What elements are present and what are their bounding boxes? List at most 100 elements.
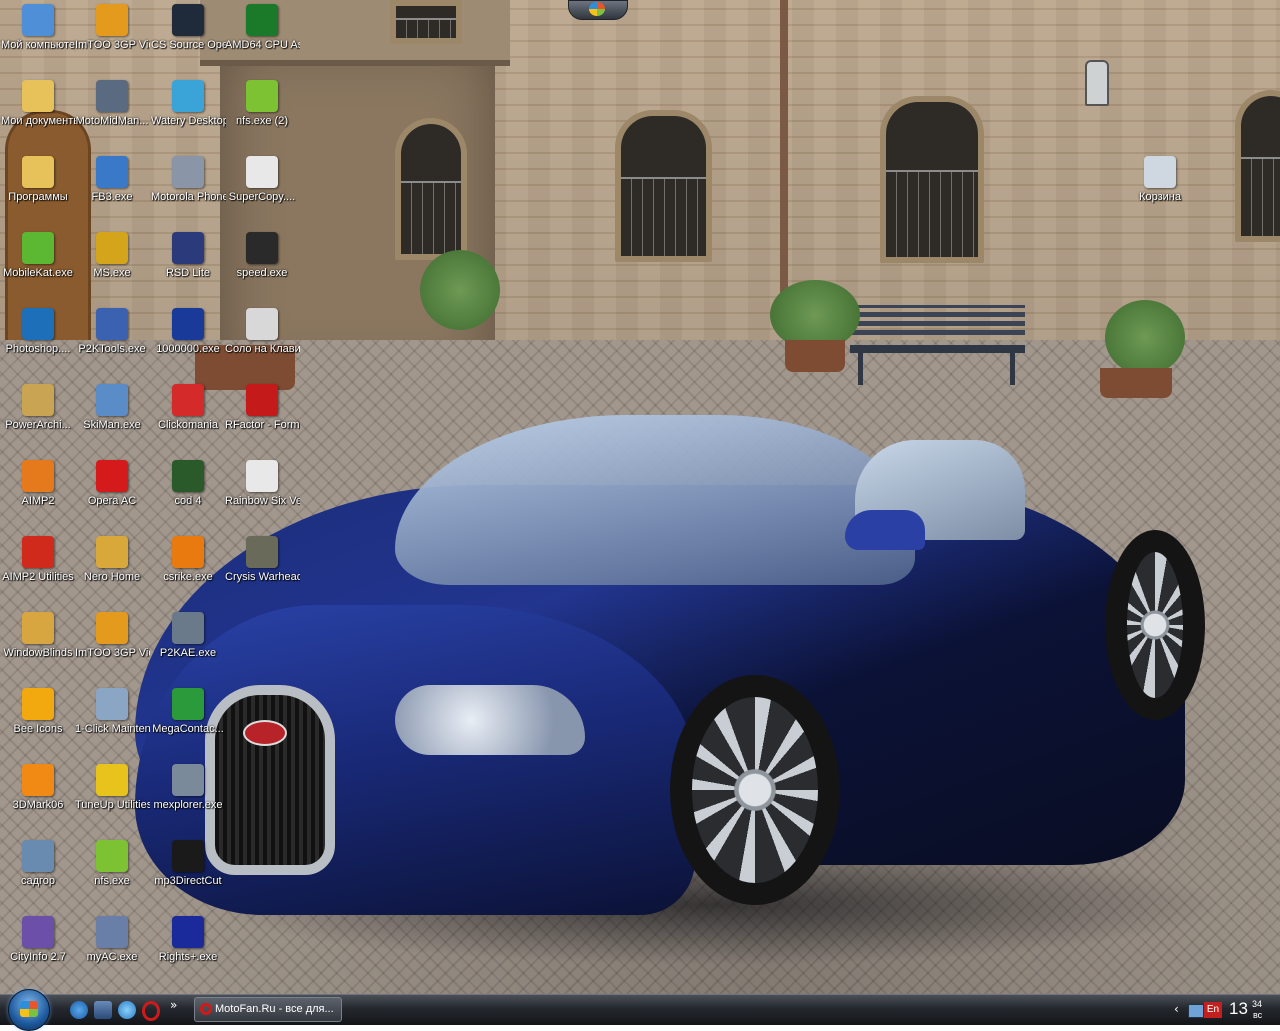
- desktop-icon[interactable]: ImTOO 3GP Video Co...: [74, 2, 150, 76]
- desktop-icon[interactable]: P2KTools.exe: [74, 306, 150, 380]
- wallpaper-window: [880, 96, 984, 263]
- desktop-icon[interactable]: RFactor - Formula ...: [224, 382, 300, 456]
- quick-launch-more-icon[interactable]: »: [170, 998, 177, 1012]
- ms-icon: [96, 232, 128, 264]
- desktop-icon[interactable]: csrike.exe: [150, 534, 226, 608]
- save-disk-icon[interactable]: [94, 1001, 112, 1019]
- start-button[interactable]: [8, 989, 50, 1031]
- desktop-icon-label: WindowBlinds: [3, 647, 73, 659]
- desktop-icon[interactable]: speed.exe: [224, 230, 300, 304]
- desktop-icon-label: nfs.exe (2): [236, 115, 288, 127]
- desktop-icon[interactable]: CS Source Operatio...: [150, 2, 226, 76]
- desktop-icon[interactable]: nfs.exe (2): [224, 78, 300, 152]
- desktop-icon[interactable]: P2KAE.exe: [150, 610, 226, 684]
- desktop-icon[interactable]: myAC.exe: [74, 914, 150, 988]
- desktop-icon-label: Motorola Phone Tools: [151, 191, 226, 203]
- desktop-icon[interactable]: CityInfo 2.7: [0, 914, 76, 988]
- desktop-icon-label: RFactor - Formula ...: [225, 419, 300, 431]
- taskbar-button-motofan[interactable]: MotoFan.Ru - все для...: [194, 997, 342, 1022]
- nfs-mw-icon: [246, 232, 278, 264]
- desktop-icon-label: csrike.exe: [163, 571, 213, 583]
- wallpaper-window: [390, 0, 462, 44]
- desktop-icon[interactable]: TuneUp Utilities 2007: [74, 762, 150, 836]
- desktop-icon-label: Мои документы: [1, 115, 76, 127]
- wallpaper-plant: [1105, 300, 1185, 375]
- language-indicator[interactable]: En: [1204, 1002, 1222, 1018]
- clock-day[interactable]: вс: [1253, 1010, 1262, 1020]
- desktop-icon[interactable]: 1000000.exe: [150, 306, 226, 380]
- desktop-icon[interactable]: Мой компьютер: [0, 2, 76, 76]
- desktop-icon[interactable]: Bee Icons: [0, 686, 76, 760]
- desktop-icon[interactable]: садгор: [0, 838, 76, 912]
- desktop-icon-label: myAC.exe: [86, 951, 138, 963]
- blocks-icon: [172, 384, 204, 416]
- clock-minute[interactable]: 34: [1252, 999, 1262, 1009]
- desktop-icon[interactable]: 3DMark06: [0, 762, 76, 836]
- wallpaper-plant: [420, 250, 500, 330]
- desktop-icon[interactable]: Соло на Клавиату...: [224, 306, 300, 380]
- desktop-icon[interactable]: PowerArchi...: [0, 382, 76, 456]
- desktop-icon[interactable]: Crysis Warhead: [224, 534, 300, 608]
- desktop-icon[interactable]: MotoMidMan...: [74, 78, 150, 152]
- tray-expand-icon[interactable]: ‹: [1174, 1002, 1179, 1016]
- desktop-icon[interactable]: AIMP2: [0, 458, 76, 532]
- desktop-icon[interactable]: 1-Click Maintenance: [74, 686, 150, 760]
- desktop-icon[interactable]: Программы: [0, 154, 76, 228]
- desktop-icon[interactable]: MegaContac...: [150, 686, 226, 760]
- desktop-icon[interactable]: SuperCopy....: [224, 154, 300, 228]
- desktop-icon[interactable]: Photoshop....: [0, 306, 76, 380]
- desktop-icon[interactable]: RSD Lite: [150, 230, 226, 304]
- desktop-icon[interactable]: mexplorer.exe: [150, 762, 226, 836]
- desktop-icon-label: P2KAE.exe: [159, 647, 217, 659]
- desktop-icon[interactable]: WindowBlinds: [0, 610, 76, 684]
- desktop-icon[interactable]: ImTOO 3GP Video Co...: [74, 610, 150, 684]
- desktop-icon[interactable]: mp3DirectCut: [150, 838, 226, 912]
- desktop-icon[interactable]: Opera AC: [74, 458, 150, 532]
- recycle-bin-icon: [1144, 156, 1176, 188]
- cat-app-icon: [22, 232, 54, 264]
- desktop-icon[interactable]: SkiMan.exe: [74, 382, 150, 456]
- desktop-icon[interactable]: MobileKat.exe: [0, 230, 76, 304]
- desktop-icon-label: mp3DirectCut: [154, 875, 222, 887]
- phone-icon: [172, 764, 204, 796]
- desktop-icon[interactable]: cod 4: [150, 458, 226, 532]
- desktop-icon-label: Watery Desktop 3D: [151, 115, 226, 127]
- cod-icon: [172, 460, 204, 492]
- wallpaper-bench: [850, 305, 1025, 385]
- tools-icon: [96, 308, 128, 340]
- desktop-icon[interactable]: AIMP2 Utilities: [0, 534, 76, 608]
- desktop-icon-label: садгор: [20, 875, 56, 887]
- desktop-icon[interactable]: MS.exe: [74, 230, 150, 304]
- desktop-icon[interactable]: Корзина: [1122, 154, 1198, 228]
- desktop-icon[interactable]: Rights+.exe: [150, 914, 226, 988]
- internet-explorer-icon[interactable]: [70, 1001, 88, 1019]
- desktop-icon-label: MegaContac...: [152, 723, 224, 735]
- clock-hour[interactable]: 13: [1229, 999, 1248, 1019]
- desktop-icon-label: PowerArchi...: [5, 419, 71, 431]
- desktop-icon[interactable]: Motorola Phone Tools: [150, 154, 226, 228]
- shield-icon: [96, 916, 128, 948]
- top-windows-orb[interactable]: [568, 0, 628, 20]
- desktop-icon[interactable]: Rainbow Six Vegas II: [224, 458, 300, 532]
- browser-quick-launch-icon[interactable]: [118, 1001, 136, 1019]
- desktop-icon[interactable]: Мои документы: [0, 78, 76, 152]
- keyboard-icon: [246, 308, 278, 340]
- desktop-icon[interactable]: FB3.exe: [74, 154, 150, 228]
- network-computer-icon: [22, 840, 54, 872]
- desktop-icon-label: MS.exe: [93, 267, 131, 279]
- desktop-icon[interactable]: Clickomania: [150, 382, 226, 456]
- desktop-icon-label: nfs.exe: [94, 875, 130, 887]
- archiver-icon: [22, 384, 54, 416]
- aimp-icon: [22, 460, 54, 492]
- desktop-icon-label: mexplorer.exe: [153, 799, 223, 811]
- desktop-icon-label: cod 4: [174, 495, 202, 507]
- desktop-icon[interactable]: Watery Desktop 3D: [150, 78, 226, 152]
- desktop-icon[interactable]: nfs.exe: [74, 838, 150, 912]
- opera-icon[interactable]: [142, 1001, 160, 1021]
- desktop-icon[interactable]: AMD64 CPU Assistant: [224, 2, 300, 76]
- desktop-icon-label: 1-Click Maintenance: [75, 723, 150, 735]
- network-icon[interactable]: [1188, 1004, 1204, 1018]
- windows-logo-icon: [20, 1001, 38, 1017]
- desktop-icon-label: CS Source Operatio...: [151, 39, 226, 51]
- desktop-icon[interactable]: Nero Home: [74, 534, 150, 608]
